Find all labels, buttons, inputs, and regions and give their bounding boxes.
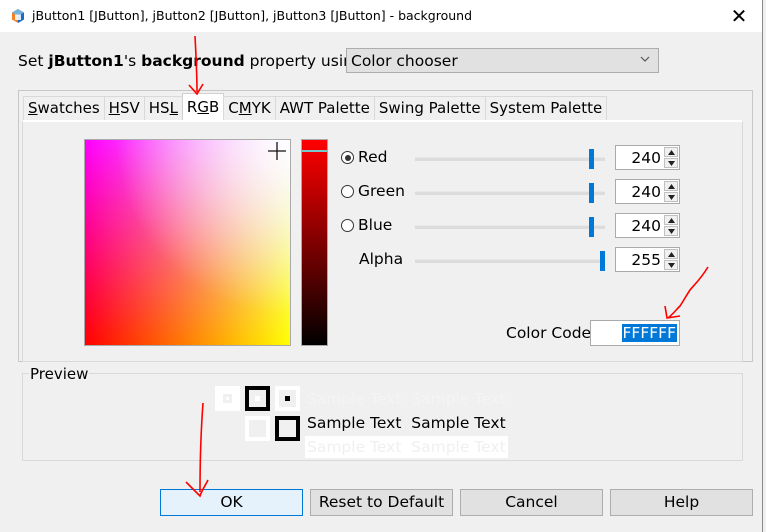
tab-label: Swatches xyxy=(28,99,100,117)
tab-rgb[interactable]: RGB xyxy=(181,93,225,120)
spin-down-icon[interactable] xyxy=(664,260,678,270)
close-icon: ✕ xyxy=(730,4,748,28)
alpha-value[interactable]: 255 xyxy=(631,251,661,269)
blue-value[interactable]: 240 xyxy=(631,217,661,235)
preview-swatch xyxy=(245,386,270,411)
reset-to-default-button[interactable]: Reset to Default xyxy=(310,489,453,516)
green-label: Green xyxy=(358,182,405,200)
property-prompt: Set jButton1's background property using… xyxy=(18,52,368,70)
tab-cmyk[interactable]: CMYK xyxy=(223,96,276,120)
preview-label: Preview xyxy=(29,365,90,383)
netbeans-app-icon xyxy=(12,9,24,23)
green-radio[interactable] xyxy=(341,185,354,198)
prompt-prefix: Set xyxy=(18,52,49,70)
spin-up-icon[interactable] xyxy=(664,181,678,191)
tab-label: HSL xyxy=(148,99,178,117)
red-value[interactable]: 240 xyxy=(631,149,661,167)
green-slider-thumb[interactable] xyxy=(589,183,595,203)
spin-down-icon[interactable] xyxy=(664,226,678,236)
blue-slider-thumb[interactable] xyxy=(589,217,595,237)
window-title: jButton1 [JButton], jButton2 [JButton], … xyxy=(32,8,473,23)
prompt-property: background xyxy=(141,52,245,70)
tab-label: CMYK xyxy=(228,99,271,117)
tab-system-palette[interactable]: System Palette xyxy=(484,96,608,120)
color-field[interactable] xyxy=(84,139,291,346)
alpha-slider[interactable] xyxy=(415,251,605,271)
tab-bar: Swatches HSV HSL RGB CMYK AWT Palette Swing Pa… xyxy=(23,93,608,120)
strip-marker[interactable] xyxy=(302,150,327,152)
color-chooser-dialog: jButton1 [JButton], jButton2 [JButton], … xyxy=(0,0,763,532)
red-label: Red xyxy=(358,148,388,166)
tab-label: AWT Palette xyxy=(279,99,370,117)
tab-label: HSV xyxy=(108,99,140,117)
preview-swatch xyxy=(275,416,300,441)
tab-hsv[interactable]: HSV xyxy=(103,96,145,120)
prompt-possessive: 's xyxy=(123,52,142,70)
tab-hsl[interactable]: HSL xyxy=(143,96,183,120)
red-spinner[interactable]: 240 xyxy=(615,145,680,170)
cancel-button[interactable]: Cancel xyxy=(460,489,603,516)
editor-type-select[interactable]: Color chooser xyxy=(346,48,659,73)
blue-radio[interactable] xyxy=(341,219,354,232)
preview-swatch xyxy=(245,416,270,441)
alpha-spinner[interactable]: 255 xyxy=(615,247,680,272)
red-slider[interactable] xyxy=(415,149,605,169)
color-code-label: Color Code xyxy=(506,324,592,342)
tab-awt-palette[interactable]: AWT Palette xyxy=(274,96,375,120)
tab-swing-palette[interactable]: Swing Palette xyxy=(373,96,486,120)
preview-swatch xyxy=(275,386,300,411)
blue-spinner[interactable]: 240 xyxy=(615,213,680,238)
green-value[interactable]: 240 xyxy=(631,183,661,201)
crosshair-cursor-icon[interactable] xyxy=(268,142,286,160)
help-button[interactable]: Help xyxy=(610,489,753,516)
red-channel-strip[interactable] xyxy=(301,139,328,346)
blue-slider[interactable] xyxy=(415,217,605,237)
spin-down-icon[interactable] xyxy=(664,192,678,202)
tab-label: System Palette xyxy=(489,99,603,117)
tab-swatches[interactable]: Swatches xyxy=(23,96,105,120)
close-button[interactable]: ✕ xyxy=(716,0,762,32)
alpha-label: Alpha xyxy=(359,250,404,268)
green-slider[interactable] xyxy=(415,183,605,203)
chevron-down-icon xyxy=(640,56,650,62)
spin-up-icon[interactable] xyxy=(664,147,678,157)
red-slider-thumb[interactable] xyxy=(589,149,595,169)
color-code-value[interactable]: FFFFFF xyxy=(621,324,677,342)
blue-label: Blue xyxy=(358,216,393,234)
sample-text-faint: Sample Text Sample Text xyxy=(307,390,506,408)
spin-up-icon[interactable] xyxy=(664,215,678,225)
red-radio[interactable] xyxy=(341,151,354,164)
sample-text-on-white: Sample Text Sample Text xyxy=(305,436,508,458)
tab-label: Swing Palette xyxy=(378,99,481,117)
editor-type-value: Color chooser xyxy=(351,52,458,70)
spin-up-icon[interactable] xyxy=(664,249,678,259)
prompt-component: jButton1 xyxy=(48,52,124,70)
green-spinner[interactable]: 240 xyxy=(615,179,680,204)
alpha-slider-thumb[interactable] xyxy=(600,251,605,271)
spin-down-icon[interactable] xyxy=(664,158,678,168)
tab-label: RGB xyxy=(186,98,220,116)
preview-swatch xyxy=(215,386,240,411)
title-bar: jButton1 [JButton], jButton2 [JButton], … xyxy=(0,0,762,32)
sample-text-dark: Sample Text Sample Text xyxy=(307,414,506,432)
ok-button[interactable]: OK xyxy=(160,489,303,516)
color-code-input[interactable]: FFFFFF xyxy=(590,320,680,346)
